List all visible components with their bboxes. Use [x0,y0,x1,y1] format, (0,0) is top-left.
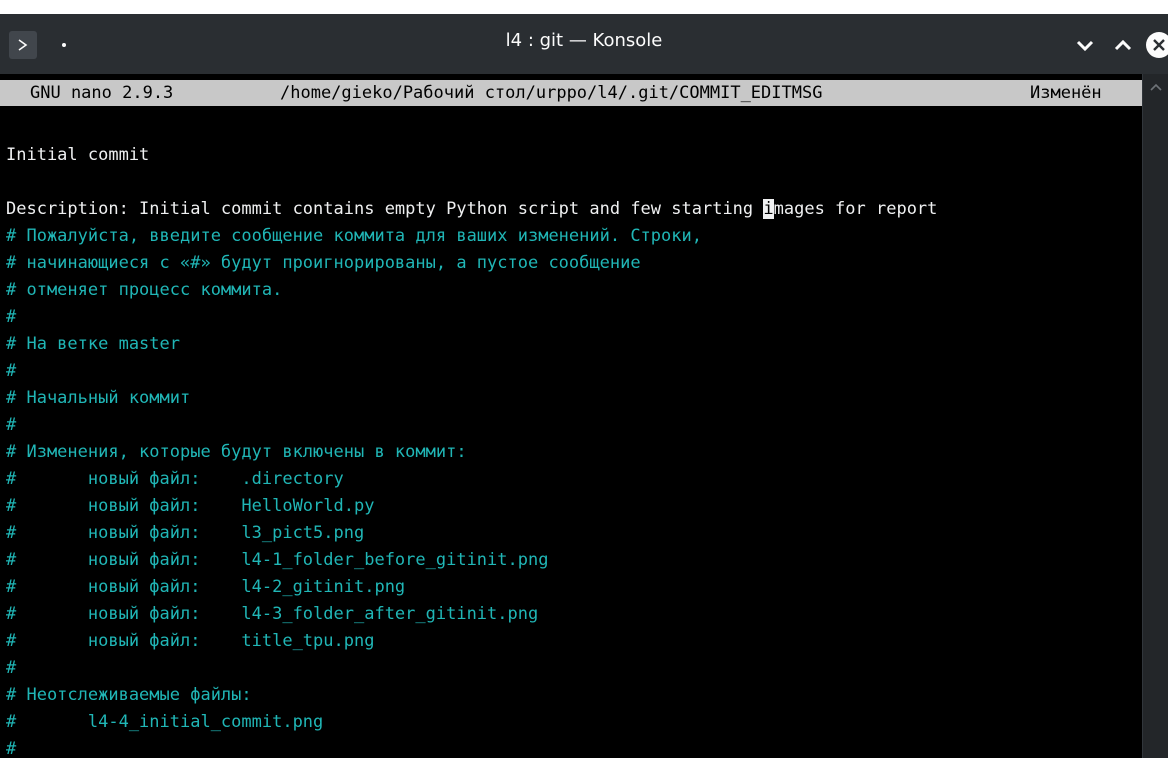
comment-line-new-file: # новый файл: l4-1_folder_before_gitinit… [6,550,549,570]
comment-line: # Начальный коммит [6,388,191,408]
comment-line: # Пожалуйста, введите сообщение коммита … [6,226,702,246]
comment-line: # [6,361,17,381]
minimize-button[interactable] [1072,32,1098,58]
comment-line: # отменяет процесс коммита. [6,280,283,300]
chevron-up-icon [1114,39,1132,51]
comment-line: # [6,658,17,678]
comment-line-new-file: # новый файл: l3_pict5.png [6,523,365,543]
comment-line: # [6,307,17,327]
chevron-down-icon [1076,40,1094,52]
comment-line-new-file: # новый файл: title_tpu.png [6,631,375,651]
comment-line: # [6,739,17,759]
comment-line: # Неотслеживаемые файлы: [6,685,252,705]
comment-line-new-file: # новый файл: .directory [6,469,344,489]
nano-version: GNU nano 2.9.3 [30,83,174,103]
close-button[interactable] [1146,32,1168,58]
window-titlebar[interactable]: l4 : git — Konsole [0,14,1168,74]
nano-modified-status: Изменён [1030,83,1102,103]
nano-file-path: /home/gieko/Рабочий стол/urppo/l4/.git/C… [280,83,823,103]
konsole-window: l4 : git — Konsole GNU nano 2.9.3 /home/… [0,14,1168,759]
description-text-after-cursor: mages for report [773,199,938,219]
nano-title-bar: GNU nano 2.9.3 /home/gieko/Рабочий стол/… [0,80,1142,106]
buffer-line-empty [6,169,937,196]
buffer-line: Initial commit [6,145,150,165]
comment-line-new-file: # новый файл: l4-2_gitinit.png [6,577,406,597]
comment-line: # [6,415,17,435]
editor-buffer[interactable]: Initial commit Description: Initial comm… [6,142,937,763]
maximize-button[interactable] [1110,32,1136,58]
comment-line: # Изменения, которые будут включены в ко… [6,442,467,462]
description-text-before-cursor: Description: Initial commit contains emp… [6,199,764,219]
comment-line-new-file: # новый файл: l4-3_folder_after_gitinit.… [6,604,539,624]
window-title: l4 : git — Konsole [505,30,663,51]
scroll-up-arrow-icon[interactable] [1149,82,1163,92]
comment-line: # начинающиеся с «#» будут проигнорирова… [6,253,641,273]
terminal-area[interactable]: GNU nano 2.9.3 /home/gieko/Рабочий стол/… [0,74,1142,759]
comment-line: # На ветке master [6,334,180,354]
close-icon [1146,32,1168,58]
text-cursor: i [763,199,774,219]
comment-line-new-file: # новый файл: HelloWorld.py [6,496,375,516]
comment-line-untracked-file: # l4-4_initial_commit.png [6,712,324,732]
buffer-line-description: Description: Initial commit contains emp… [6,196,937,223]
vertical-scrollbar[interactable] [1142,74,1168,758]
